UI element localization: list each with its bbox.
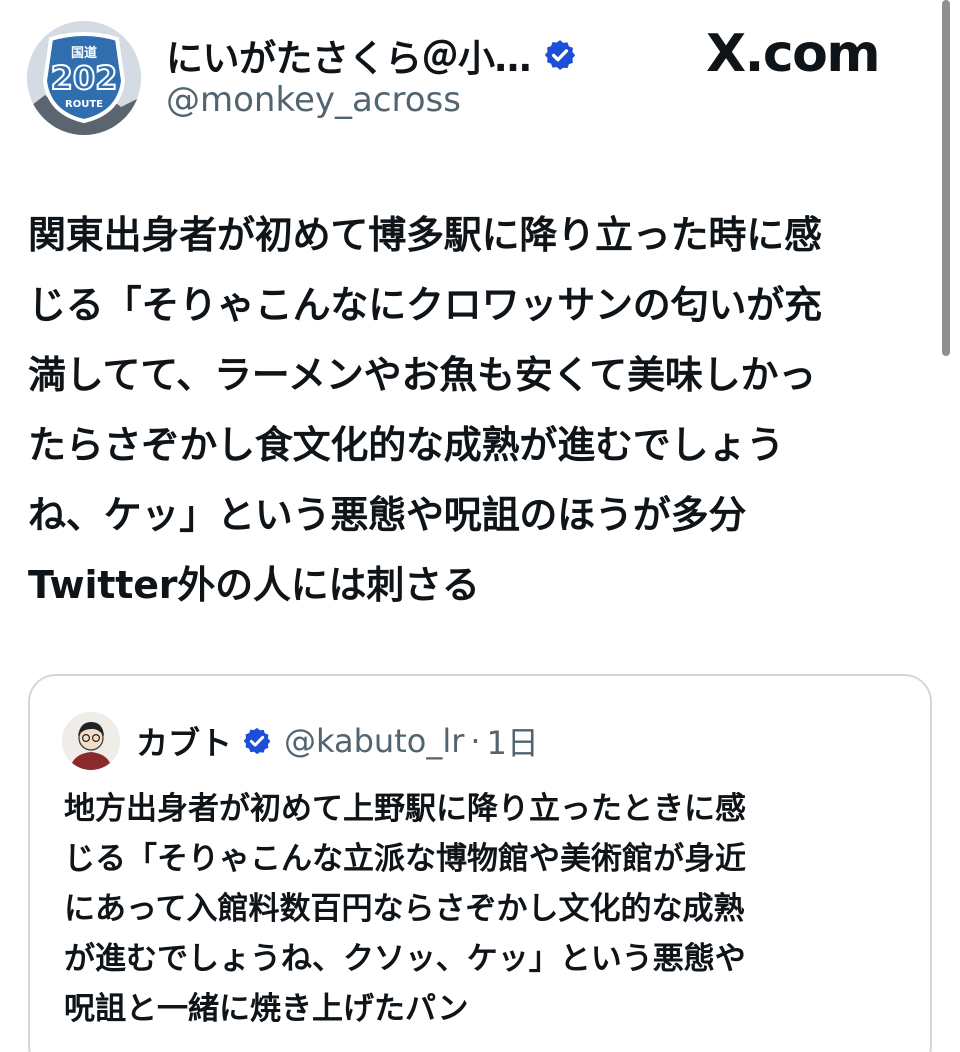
quoted-tweet-header: カブト @kabuto_lr · 1日 — [62, 712, 539, 770]
tweet-line: じる「そりゃこんなにクロワッサンの匂いが充 — [28, 283, 822, 327]
quoted-author-name[interactable]: カブト — [136, 718, 232, 764]
meta-separator: · — [470, 722, 481, 760]
quoted-tweet-age[interactable]: 1日 — [487, 718, 539, 764]
quote-line: にあって入館料数百円ならさぞかし文化的な成熟 — [64, 891, 745, 927]
tweet-screenshot: 国道 202 ROUTE にいがたさくら＠小… @monkey_across X… — [0, 0, 960, 1052]
author-display-name[interactable]: にいがたさくら＠小… — [166, 28, 577, 82]
author-name-text: にいがたさくら＠小… — [166, 37, 532, 80]
quoted-tweet-card[interactable]: カブト @kabuto_lr · 1日 地方出身者が初めて上野駅に降り立ったとき… — [28, 674, 932, 1052]
author-avatar[interactable]: 国道 202 ROUTE — [27, 21, 141, 135]
sign-bottom-label: ROUTE — [65, 99, 103, 110]
quote-line: 呪詛と一緒に焼き上げたパン — [64, 991, 469, 1027]
verified-badge-icon — [544, 40, 576, 70]
tweet-line: たらさぞかし食文化的な成熟が進むでしょう — [28, 423, 785, 467]
quoted-author-avatar[interactable] — [62, 712, 120, 770]
sign-number-label: 202 — [51, 59, 118, 97]
tweet-line: 満してて、ラーメンやお魚も安くて美味しかっ — [28, 353, 817, 397]
x-com-text: X.com — [706, 24, 881, 84]
x-com-logo: X.com — [706, 24, 881, 84]
verified-badge-icon — [243, 727, 271, 755]
tweet-line: 関東出身者が初めて博多駅に降り立った時に感 — [28, 213, 822, 257]
quoted-author-handle[interactable]: @kabuto_lr — [284, 722, 464, 760]
tweet-line: ね、ケッ」という悪態や呪詛のほうが多分 — [28, 493, 747, 537]
author-handle[interactable]: @monkey_across — [166, 80, 461, 120]
person-avatar-icon — [62, 712, 120, 770]
route-202-sign-icon: 国道 202 ROUTE — [27, 21, 141, 135]
quoted-tweet-text: 地方出身者が初めて上野駅に降り立ったときに感 じる「そりゃこんな立派な博物館や美… — [64, 784, 914, 1034]
tweet-text: 関東出身者が初めて博多駅に降り立った時に感 じる「そりゃこんなにクロワッサンの匂… — [28, 200, 928, 620]
scrollbar-thumb[interactable] — [942, 0, 950, 356]
quote-line: じる「そりゃこんな立派な博物館や美術館が身近 — [64, 841, 746, 877]
quote-line: が進むでしょうね、クソッ、ケッ」という悪態や — [64, 941, 746, 977]
tweet-line: Twitter外の人には刺さる — [28, 563, 480, 607]
quote-line: 地方出身者が初めて上野駅に降り立ったときに感 — [64, 791, 746, 827]
